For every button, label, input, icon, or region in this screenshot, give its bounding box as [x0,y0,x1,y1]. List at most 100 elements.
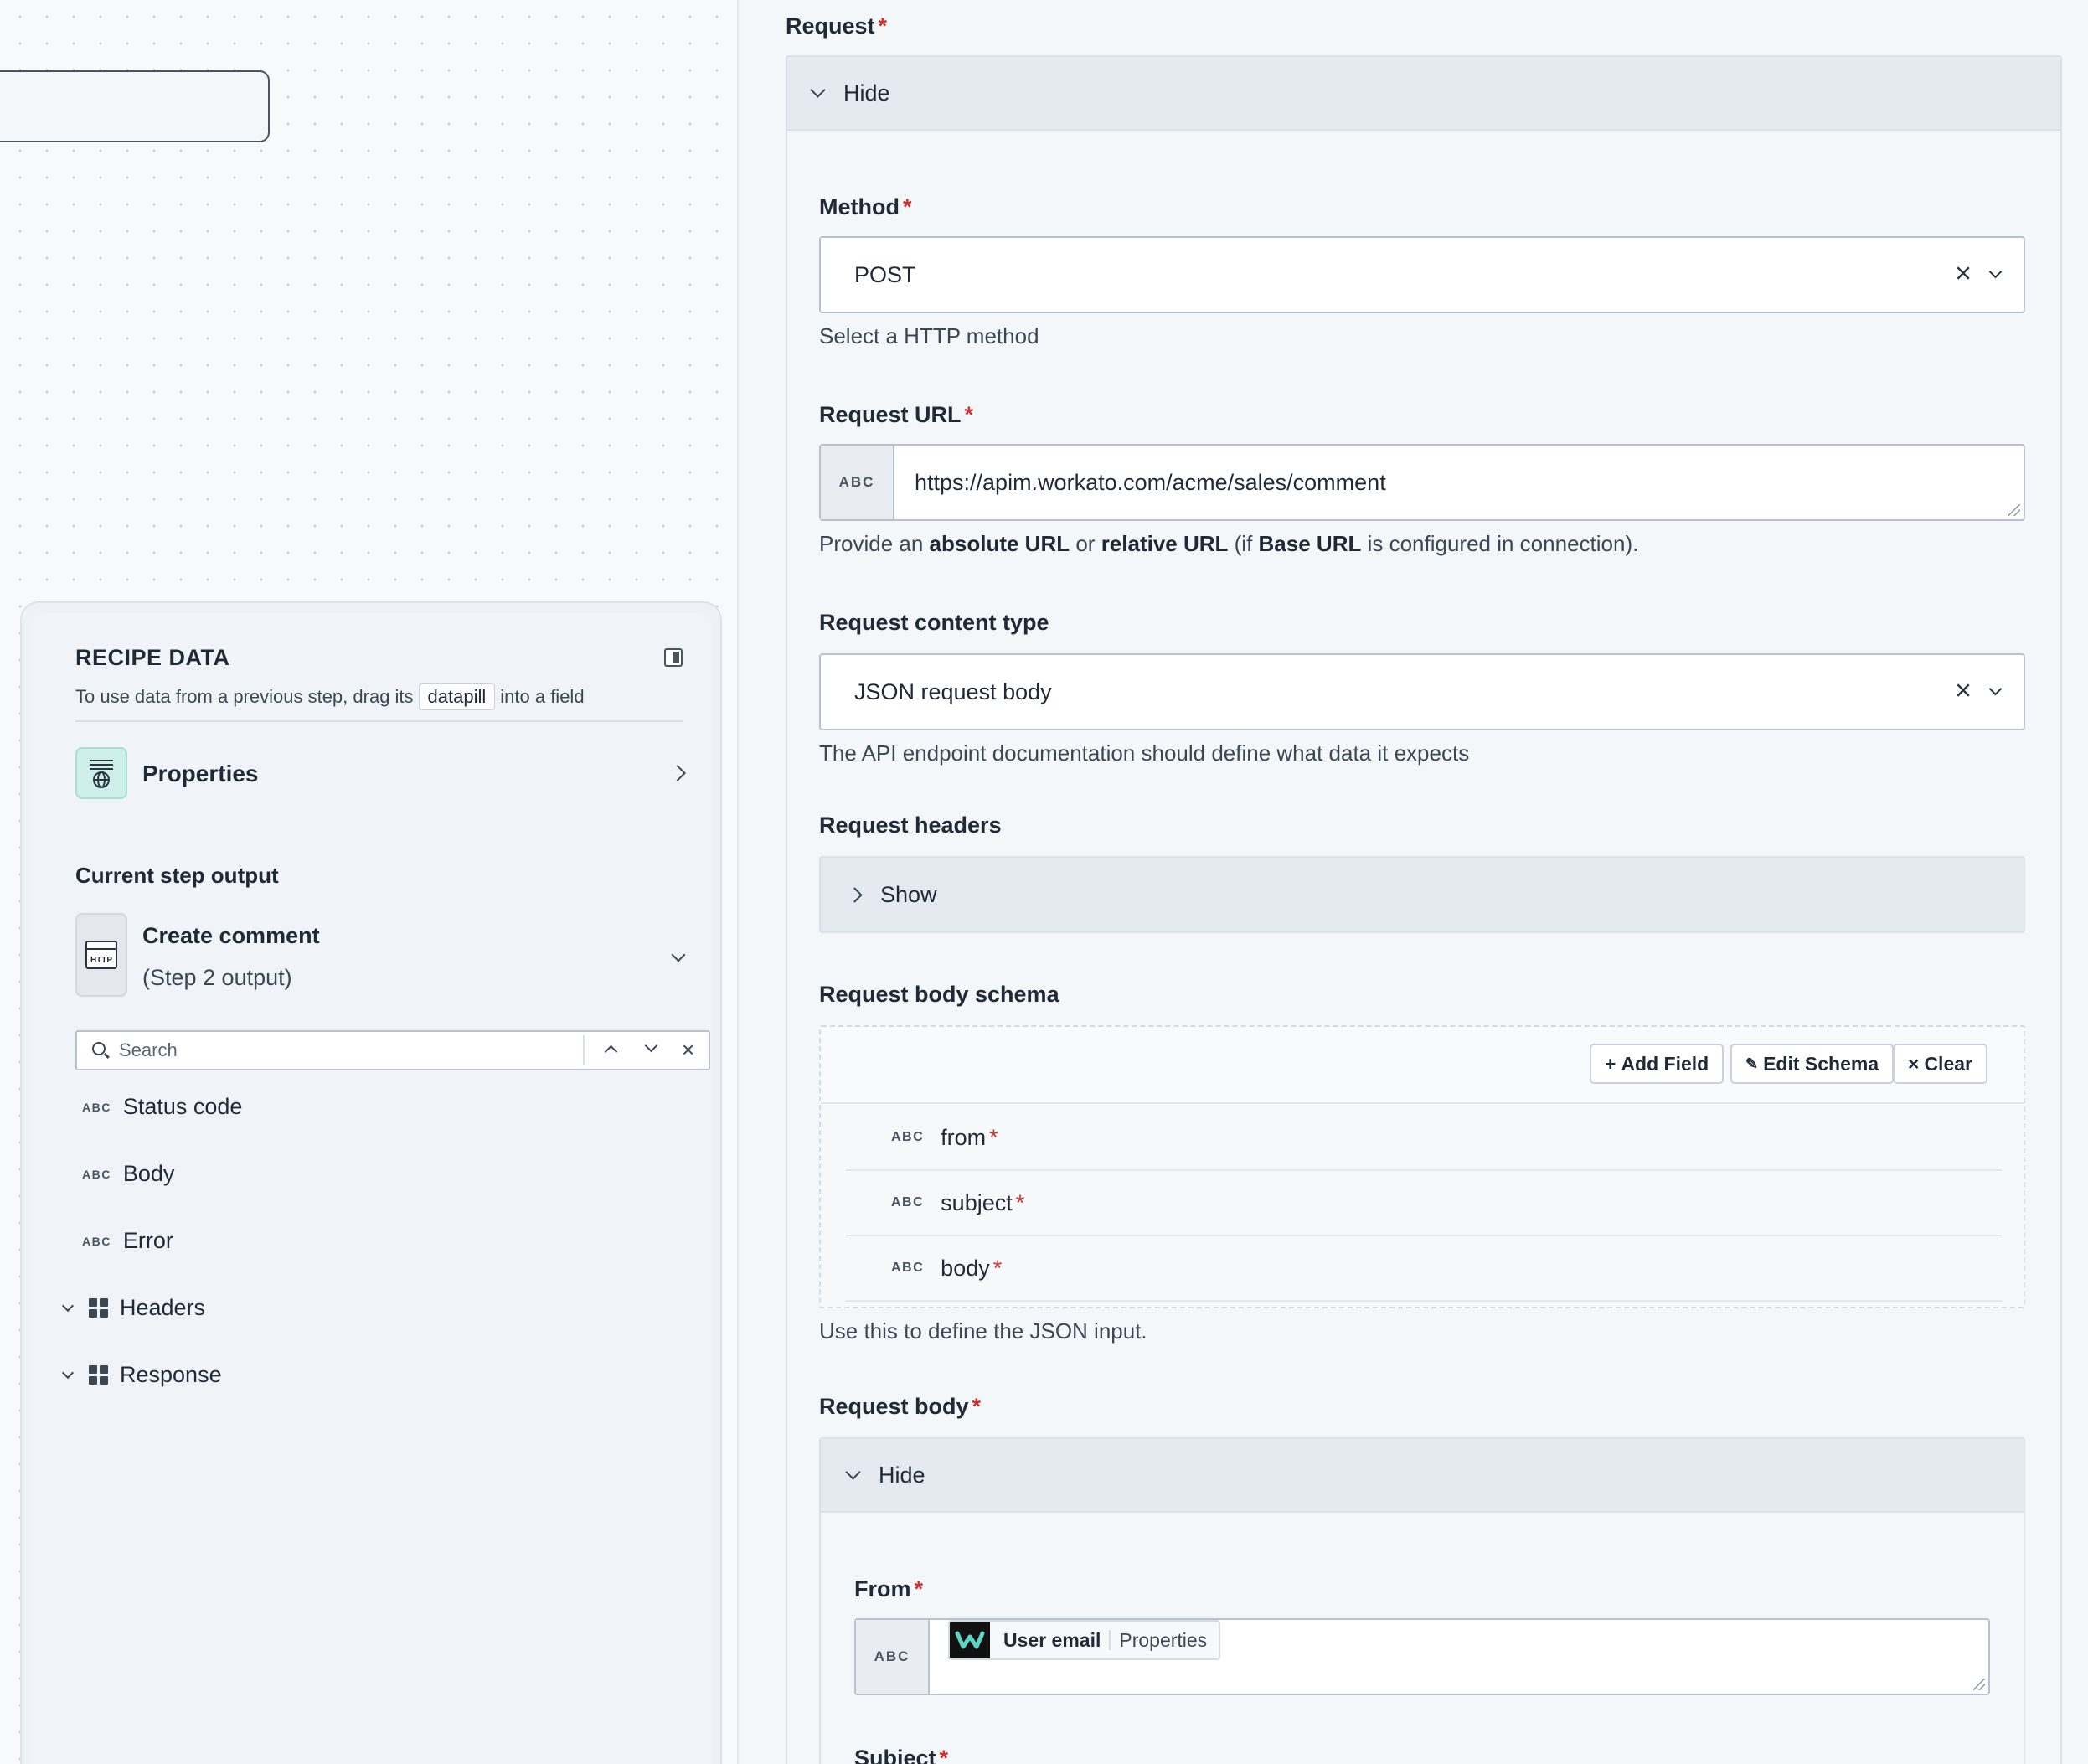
datapill-user-email[interactable]: User email Properties [948,1620,1221,1660]
chevron-down-icon[interactable] [671,947,686,962]
recipe-data-panel-body: RECIPE DATA To use data from a previous … [30,613,712,1764]
clear-schema-button[interactable]: × Clear [1893,1044,1987,1084]
output-group-response[interactable]: Response [61,1362,222,1388]
request-body-section: Hide From * ABC User email Properties Sub… [819,1437,2025,1764]
request-hide-toggle[interactable]: Hide [787,57,2060,131]
string-type-icon: ABC [82,1234,111,1248]
content-type-label: Request content type [819,610,1049,635]
output-label: Response [120,1362,222,1387]
string-type-icon: ABC [891,1195,925,1210]
panel-divider [75,720,683,722]
clear-icon[interactable]: × [1955,258,1972,291]
output-item-error[interactable]: ABC Error [82,1228,173,1254]
datapill-source: Properties [1119,1628,1208,1651]
recipe-data-panel: RECIPE DATA To use data from a previous … [20,601,722,1764]
output-item-body[interactable]: ABC Body [82,1161,174,1187]
string-type-icon: ABC [891,1261,925,1275]
subtitle-after: into a field [500,686,585,707]
request-url-label: Request URL * [819,402,974,427]
output-group-headers[interactable]: Headers [61,1295,206,1321]
request-url-hint: Provide an absolute URL or relative URL … [819,531,1639,556]
plus-icon: + [1605,1052,1616,1075]
request-body-schema-label: Request body schema [819,982,1059,1007]
string-type-icon: ABC [821,446,894,519]
edit-schema-button[interactable]: ✎ Edit Schema [1730,1044,1895,1084]
http-icon-box: HTTP [85,941,117,969]
content-type-select[interactable]: JSON request body × [819,653,2025,730]
search-input[interactable] [119,1035,588,1065]
schema-field-name: from * [941,1124,998,1150]
datapill-chip: datapill [418,683,496,710]
toggle-label: Show [880,881,937,907]
chevron-right-icon [847,886,863,903]
request-url-value[interactable]: https://apim.workato.com/acme/sales/comm… [894,446,1386,519]
toggle-label: Hide [843,80,890,106]
recipe-data-subtitle: To use data from a previous step, drag i… [75,683,585,710]
string-type-icon: ABC [82,1167,111,1181]
chevron-down-icon[interactable] [61,1299,75,1312]
schema-field-row[interactable]: ABC subject * [846,1171,2002,1236]
schema-field-name: body * [941,1255,1003,1281]
from-field[interactable]: ABC User email Properties [854,1618,1990,1695]
workato-logo-icon [950,1622,990,1658]
content-type-value: JSON request body [854,678,1052,704]
http-connector-icon: HTTP [75,913,127,997]
pencil-icon: ✎ [1745,1055,1759,1072]
globe-list-icon [90,760,113,788]
output-label: Error [122,1228,173,1253]
schema-field-row[interactable]: ABC from * [846,1106,2002,1171]
chevron-down-icon [810,81,826,98]
recipe-step-card[interactable] [0,70,270,142]
chevron-down-icon[interactable] [1988,265,2003,279]
schema-field-name: subject * [941,1189,1025,1215]
step-output-subtitle: (Step 2 output) [142,965,292,990]
close-icon: × [1908,1052,1920,1075]
chevron-down-icon[interactable] [644,1039,658,1053]
panel-dock-icon[interactable] [664,648,683,667]
output-label: Body [122,1161,175,1186]
chevron-down-icon[interactable] [1988,682,2003,696]
search-icon [92,1042,106,1055]
resize-handle[interactable] [1973,1679,1985,1690]
toggle-label: Hide [879,1462,925,1488]
request-url-field[interactable]: ABC https://apim.workato.com/acme/sales/… [819,444,2025,521]
request-body-label: Request body * [819,1394,982,1419]
add-field-button[interactable]: + Add Field [1590,1044,1725,1084]
string-type-icon: ABC [891,1130,925,1144]
output-label: Status code [122,1094,243,1119]
current-step-output-title: Current step output [75,863,279,888]
content-type-hint: The API endpoint documentation should de… [819,740,1470,766]
subtitle-before: To use data from a previous step, drag i… [75,686,414,707]
chevron-down-icon[interactable] [61,1366,75,1379]
request-headers-show-toggle[interactable]: Show [819,856,2025,933]
properties-label[interactable]: Properties [142,761,259,787]
request-headers-label: Request headers [819,812,1002,838]
chevron-right-icon[interactable] [669,765,686,781]
properties-globe-icon [75,747,127,799]
string-type-icon: ABC [82,1100,111,1114]
step-config-panel: Request * Hide Method * POST × Select a HT… [739,0,2088,1764]
datapill-search: × [75,1030,710,1070]
schema-editor: + Add Field ✎ Edit Schema × Clear ABC from *… [819,1025,2025,1308]
request-label: Request * [786,13,888,39]
subject-label: Subject * [854,1746,949,1764]
output-label: Headers [120,1295,206,1320]
search-separator [583,1035,585,1065]
recipe-data-title: RECIPE DATA [75,645,230,670]
output-item-status-code[interactable]: ABC Status code [82,1094,242,1120]
schema-field-row[interactable]: ABC body * [846,1236,2002,1302]
chevron-up-icon[interactable] [604,1044,618,1059]
method-label: Method * [819,194,912,219]
datapill-name: User email [990,1630,1111,1650]
chevron-down-icon [845,1463,861,1480]
from-label: From * [854,1576,924,1602]
step-output-name[interactable]: Create comment [142,923,320,949]
request-body-hide-toggle[interactable]: Hide [821,1439,2024,1513]
close-icon[interactable]: × [682,1037,694,1062]
clear-icon[interactable]: × [1955,675,1972,708]
method-select[interactable]: POST × [819,236,2025,313]
object-grid-icon [89,1365,108,1385]
method-value: POST [854,261,916,287]
schema-toolbar: + Add Field ✎ Edit Schema × Clear [821,1027,2024,1104]
resize-handle[interactable] [2008,504,2020,516]
